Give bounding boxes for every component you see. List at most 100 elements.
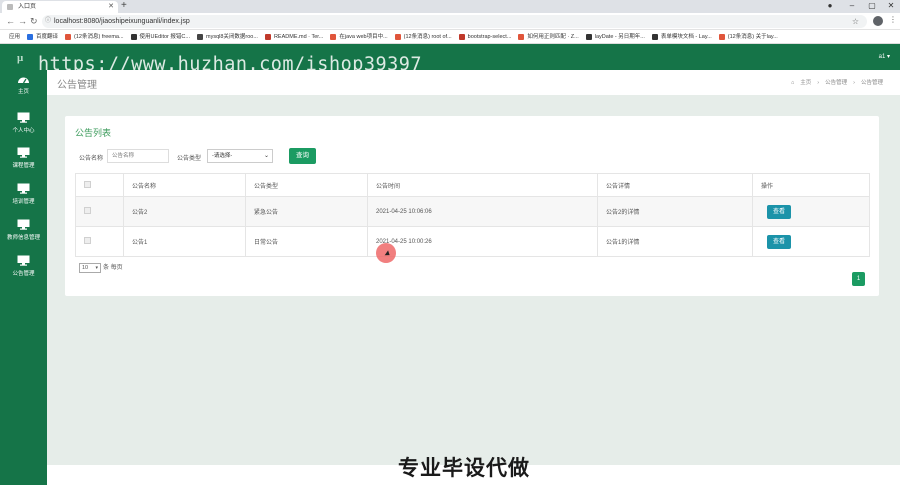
query-button[interactable]: 查询 bbox=[289, 148, 316, 164]
bookmark-item[interactable]: README.md · Ter... bbox=[264, 30, 323, 43]
sidebar-item-label: 课程管理 bbox=[12, 163, 35, 169]
type-filter-label: 公告类型 bbox=[177, 156, 202, 162]
sidebar-item-3[interactable]: 课程管理 bbox=[0, 147, 47, 169]
breadcrumb-current: 公告管理 bbox=[860, 80, 883, 86]
notice-table: 公告名称 公告类型 公告时间 公告详情 操作 公告2 紧急公告 2021-04-25… bbox=[75, 173, 870, 257]
cell-type: 日常公告 bbox=[245, 226, 368, 257]
video-caption: 专业毕设代做 bbox=[398, 457, 530, 480]
table-header-row: 公告名称 公告类型 公告时间 公告详情 操作 bbox=[75, 173, 870, 197]
back-icon[interactable]: ← bbox=[6, 15, 15, 28]
page-title: 公告管理 bbox=[57, 80, 97, 91]
row-select-cell bbox=[75, 196, 124, 227]
header-actions: 操作 bbox=[752, 173, 870, 197]
type-filter-value: -请选择- bbox=[212, 153, 233, 159]
header-type: 公告类型 bbox=[245, 173, 368, 197]
forward-icon[interactable]: → bbox=[18, 15, 27, 28]
sidebar-item-5[interactable]: 教师信息管理 bbox=[0, 219, 47, 241]
window-close-button[interactable]: ✕ bbox=[884, 0, 898, 12]
browser-tab-strip: 入口页 ✕ + ● – ▢ ✕ bbox=[0, 0, 900, 13]
bookmark-apps[interactable]: 应用 bbox=[4, 30, 20, 43]
sidebar: μ 主页 个人中心 课程管理 培训管理 教师信息管理 公告管理 bbox=[0, 44, 47, 485]
bookmark-item[interactable]: 在java web项目中... bbox=[330, 30, 388, 43]
bookmark-item[interactable]: mysql8关闭数据roo... bbox=[196, 30, 258, 43]
page-size-select[interactable]: 10 ▾ bbox=[79, 263, 101, 273]
browser-menu-icon[interactable]: ⋮ bbox=[889, 15, 897, 24]
browser-tab[interactable]: 入口页 ✕ bbox=[2, 1, 118, 13]
new-tab-button[interactable]: + bbox=[121, 0, 127, 12]
breadcrumb-separator: › bbox=[817, 80, 820, 86]
bookmark-item[interactable]: (12条消息) freema... bbox=[65, 30, 124, 43]
select-all-header bbox=[75, 173, 124, 197]
sidebar-item-label: 培训管理 bbox=[12, 199, 35, 205]
browser-record-icon[interactable]: ● bbox=[823, 0, 837, 12]
bookmarks-bar: 应用 百度翻译 (12条消息) freema... 使用UEditor 报错C... m… bbox=[0, 30, 900, 44]
cell-time: 2021-04-25 10:06:06 bbox=[367, 196, 598, 227]
monitor-icon bbox=[17, 255, 30, 266]
bookmark-item[interactable]: (12条消息) 关于lay... bbox=[718, 30, 778, 43]
bookmark-item[interactable]: bootstrap-select... bbox=[458, 30, 511, 43]
name-filter-label: 公告名称 bbox=[79, 156, 104, 162]
watermark-text: https://www.huzhan.com/ishop39397 bbox=[38, 54, 423, 75]
row-checkbox[interactable] bbox=[84, 237, 91, 244]
address-bar[interactable]: ⓘ localhost:8080/jiaoshipeixunguanli/ind… bbox=[42, 15, 867, 28]
chevron-down-icon: ▾ bbox=[95, 265, 98, 271]
profile-avatar[interactable] bbox=[873, 16, 883, 26]
bookmark-item[interactable]: 使用UEditor 报错C... bbox=[130, 30, 190, 43]
user-menu[interactable]: a1 ▾ bbox=[879, 53, 890, 60]
sidebar-item-label: 教师信息管理 bbox=[6, 235, 40, 241]
monitor-icon bbox=[17, 112, 30, 123]
bookmark-item[interactable]: layDate - 另日期年... bbox=[585, 30, 645, 43]
breadcrumb: ⌂ 主页 › 公告管理 › 公告管理 bbox=[788, 78, 886, 86]
notice-list-card: 公告列表 公告名称 公告类型 -请选择- ⌄ 查询 公告名称 公告类型 公告时间… bbox=[65, 116, 879, 296]
tab-close-icon[interactable]: ✕ bbox=[108, 1, 114, 13]
breadcrumb-section[interactable]: 公告管理 bbox=[825, 80, 847, 86]
main-content: 公告管理 ⌂ 主页 › 公告管理 › 公告管理 公告列表 公告名称 公告类型 -请选择- … bbox=[47, 70, 900, 465]
browser-toolbar: ← → ↻ ⓘ localhost:8080/jiaoshipeixunguan… bbox=[0, 13, 900, 30]
name-filter-input[interactable] bbox=[107, 149, 169, 163]
table-row: 公告1 日常公告 2021-04-25 10:00:26 公告1的详情 查看 bbox=[75, 226, 870, 257]
reload-icon[interactable]: ↻ bbox=[30, 15, 38, 28]
bookmark-item[interactable]: (12条消息) root of... bbox=[394, 30, 452, 43]
view-button[interactable]: 查看 bbox=[767, 234, 791, 249]
page-size-suffix: 条 每页 bbox=[103, 265, 123, 271]
info-icon[interactable]: ⓘ bbox=[45, 15, 51, 28]
breadcrumb-separator: › bbox=[853, 80, 855, 86]
header-name: 公告名称 bbox=[123, 173, 246, 197]
window-minimize-button[interactable]: – bbox=[845, 0, 859, 12]
bookmark-item[interactable]: 百度翻译 bbox=[27, 30, 58, 43]
cell-actions: 查看 bbox=[752, 226, 870, 257]
cell-detail: 公告1的详情 bbox=[597, 226, 753, 257]
page-size-value: 10 bbox=[82, 265, 89, 271]
chevron-down-icon: ⌄ bbox=[263, 153, 269, 159]
tab-title: 入口页 bbox=[18, 4, 37, 10]
cell-time: 2021-04-25 10:00:26 bbox=[367, 226, 598, 257]
bookmark-item[interactable]: 如何用正则匹配 · Z... bbox=[518, 30, 579, 43]
sidebar-item-label: 主页 bbox=[17, 89, 29, 95]
view-button[interactable]: 查看 bbox=[767, 204, 791, 219]
card-title: 公告列表 bbox=[75, 128, 112, 138]
url-text: localhost:8080/jiaoshipeixunguanli/index… bbox=[54, 18, 190, 25]
type-filter-select[interactable]: -请选择- ⌄ bbox=[207, 149, 273, 163]
window-maximize-button[interactable]: ▢ bbox=[865, 0, 879, 12]
select-all-checkbox[interactable] bbox=[84, 180, 91, 188]
sidebar-item-1[interactable]: 主页 bbox=[0, 74, 47, 95]
table-row: 公告2 紧急公告 2021-04-25 10:06:06 公告2的详情 查看 bbox=[75, 196, 870, 227]
cell-type: 紧急公告 bbox=[245, 196, 368, 227]
pagination-page-1[interactable]: 1 bbox=[852, 272, 865, 286]
sidebar-item-label: 公告管理 bbox=[12, 271, 35, 277]
bookmark-item[interactable]: 表单模块文档 - Lay... bbox=[651, 30, 712, 43]
page-size-control: 10 ▾ 条 每页 bbox=[79, 262, 123, 273]
header-detail: 公告详情 bbox=[597, 173, 753, 197]
bookmark-star-icon[interactable]: ☆ bbox=[852, 15, 859, 28]
cell-name: 公告1 bbox=[123, 226, 246, 257]
home-icon: ⌂ bbox=[790, 80, 795, 86]
breadcrumb-home[interactable]: 主页 bbox=[800, 80, 811, 86]
sidebar-item-label: 个人中心 bbox=[12, 128, 35, 134]
header-time: 公告时间 bbox=[367, 173, 598, 197]
cell-detail: 公告2的详情 bbox=[597, 196, 753, 227]
mouse-cursor-icon bbox=[376, 243, 396, 263]
sidebar-item-2[interactable]: 个人中心 bbox=[0, 112, 47, 134]
row-checkbox[interactable] bbox=[84, 207, 91, 214]
sidebar-item-6[interactable]: 公告管理 bbox=[0, 255, 47, 277]
sidebar-item-4[interactable]: 培训管理 bbox=[0, 183, 47, 205]
